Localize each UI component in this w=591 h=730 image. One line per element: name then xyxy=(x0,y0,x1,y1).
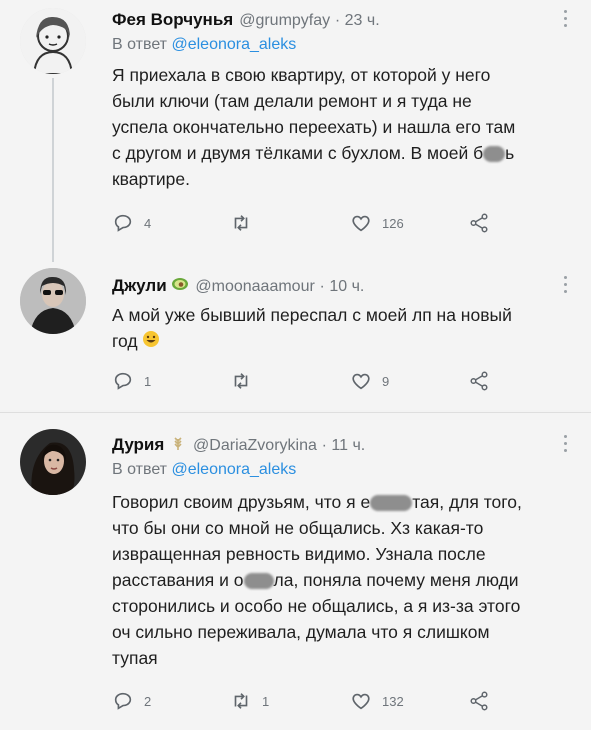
thread-line xyxy=(52,78,54,268)
reply-to: В ответ @eleonora_aleks xyxy=(112,36,296,54)
like-icon xyxy=(352,693,370,710)
share-button[interactable] xyxy=(468,690,490,712)
action-bar: 1 9 xyxy=(112,370,512,392)
like-count: 9 xyxy=(382,373,390,389)
text-line: оч сильно переживала, думала что я слишк… xyxy=(112,622,490,642)
timestamp[interactable]: · 11 ч. xyxy=(322,437,366,454)
reply-button[interactable]: 2 xyxy=(112,690,151,712)
more-icon[interactable] xyxy=(563,10,569,31)
text-line: Говорил своим друзьям, что я е тая, для т… xyxy=(112,489,567,515)
action-bar: 4 126 xyxy=(112,212,512,234)
like-icon xyxy=(352,215,370,232)
reply-prefix: В ответ xyxy=(112,36,168,53)
tweet[interactable]: Фея Ворчунья @grumpyfay · 23 ч. В ответ @… xyxy=(0,0,591,268)
tweet-header: Фея Ворчунья @grumpyfay · 23 ч. xyxy=(112,10,380,30)
wheat-icon xyxy=(169,435,187,456)
retweet-button[interactable] xyxy=(230,370,262,392)
text-segment: с другом и двумя тёлками с бухлом. В мое… xyxy=(112,143,484,163)
reply-button[interactable]: 4 xyxy=(112,212,151,234)
text-line: А мой уже бывший переспал с моей лп на н… xyxy=(112,305,512,325)
censor-blur xyxy=(243,573,274,590)
retweet-button[interactable] xyxy=(230,212,262,234)
reply-count: 1 xyxy=(144,373,152,389)
tweet[interactable]: Джули @moonaaamour · 10 ч. А мой уже быв… xyxy=(0,262,591,410)
tweet-text: Я приехала в свою квартиру, от которой у… xyxy=(112,62,567,192)
share-button[interactable] xyxy=(468,370,490,392)
action-bar: 2 1 132 xyxy=(112,690,512,712)
text-segment: расставания и о xyxy=(112,570,244,590)
text-line: были ключи (там делали ремонт и я туда н… xyxy=(112,91,472,111)
reply-to-link[interactable]: @eleonora_aleks xyxy=(171,36,296,53)
avatar[interactable] xyxy=(20,268,86,334)
text-segment: Говорил своим друзьям, что я е xyxy=(112,492,371,512)
display-name[interactable]: Дурия xyxy=(112,435,164,454)
text-line: успела окончательно переехать) и нашла е… xyxy=(112,117,516,137)
reply-to-link[interactable]: @eleonora_aleks xyxy=(171,461,296,478)
tweet-header: Джули @moonaaamour · 10 ч. xyxy=(112,276,364,297)
more-icon[interactable] xyxy=(563,435,569,456)
reply-count: 2 xyxy=(144,693,152,709)
tweet[interactable]: Дурия @DariaZvorykina · 11 ч. В ответ @e… xyxy=(0,413,591,730)
censor-blur xyxy=(370,495,413,512)
retweet-count: 1 xyxy=(262,693,270,709)
timestamp[interactable]: · 23 ч. xyxy=(335,12,380,29)
like-count: 132 xyxy=(382,693,404,709)
avocado-icon xyxy=(171,276,189,297)
reply-button[interactable]: 1 xyxy=(112,370,151,392)
text-line: сторонились и особо не общались, а я из-… xyxy=(112,596,521,616)
tweet-header: Дурия @DariaZvorykina · 11 ч. xyxy=(112,435,365,456)
reply-prefix: В ответ xyxy=(112,461,168,478)
reply-to: В ответ @eleonora_aleks xyxy=(112,461,296,479)
text-segment: ла, поняла почему меня люди xyxy=(273,570,519,590)
text-segment: год xyxy=(112,331,138,351)
handle[interactable]: @grumpyfay xyxy=(239,12,330,29)
like-count: 126 xyxy=(382,215,404,231)
like-button[interactable]: 126 xyxy=(350,212,404,234)
avatar[interactable] xyxy=(20,8,86,74)
share-icon xyxy=(470,213,488,233)
like-button[interactable]: 132 xyxy=(350,690,404,712)
reply-icon xyxy=(114,372,132,390)
retweet-icon xyxy=(234,693,248,709)
like-icon xyxy=(352,373,370,390)
text-segment: ь xyxy=(505,143,515,163)
reply-count: 4 xyxy=(144,215,152,231)
tweet-text: Говорил своим друзьям, что я е тая, для т… xyxy=(112,489,567,671)
share-icon xyxy=(470,371,488,391)
censor-blur xyxy=(483,146,506,163)
text-line: квартире. xyxy=(112,169,190,189)
reply-icon xyxy=(114,692,132,710)
display-name[interactable]: Фея Ворчунья xyxy=(112,10,233,29)
share-icon xyxy=(470,691,488,711)
tweet-text: А мой уже бывший переспал с моей лп на н… xyxy=(112,302,567,355)
like-button[interactable]: 9 xyxy=(350,370,389,392)
handle[interactable]: @DariaZvorykina xyxy=(193,437,317,454)
text-line: расставания и о ла, поняла почему меня лю… xyxy=(112,567,567,593)
handle[interactable]: @moonaaamour xyxy=(195,278,314,295)
tweet-feed: Фея Ворчунья @grumpyfay · 23 ч. В ответ @… xyxy=(0,0,591,730)
text-line: что бы они со мной не общались. Хз какая… xyxy=(112,518,484,538)
timestamp[interactable]: · 10 ч. xyxy=(320,278,365,295)
smiley-icon xyxy=(142,329,160,355)
text-line: тупая xyxy=(112,648,158,668)
avatar[interactable] xyxy=(20,429,86,495)
text-line: Я приехала в свою квартиру, от которой у… xyxy=(112,65,491,85)
text-line: год xyxy=(112,328,567,355)
retweet-icon xyxy=(234,373,248,389)
retweet-button[interactable]: 1 xyxy=(230,690,269,712)
text-segment: тая, для того, xyxy=(412,492,522,512)
reply-icon xyxy=(114,214,132,232)
text-line: с другом и двумя тёлками с бухлом. В мое… xyxy=(112,140,567,166)
share-button[interactable] xyxy=(468,212,490,234)
more-icon[interactable] xyxy=(563,276,569,297)
text-line: извращенная ревность видимо. Узнала посл… xyxy=(112,544,486,564)
display-name[interactable]: Джули xyxy=(112,276,167,295)
retweet-icon xyxy=(234,215,248,231)
